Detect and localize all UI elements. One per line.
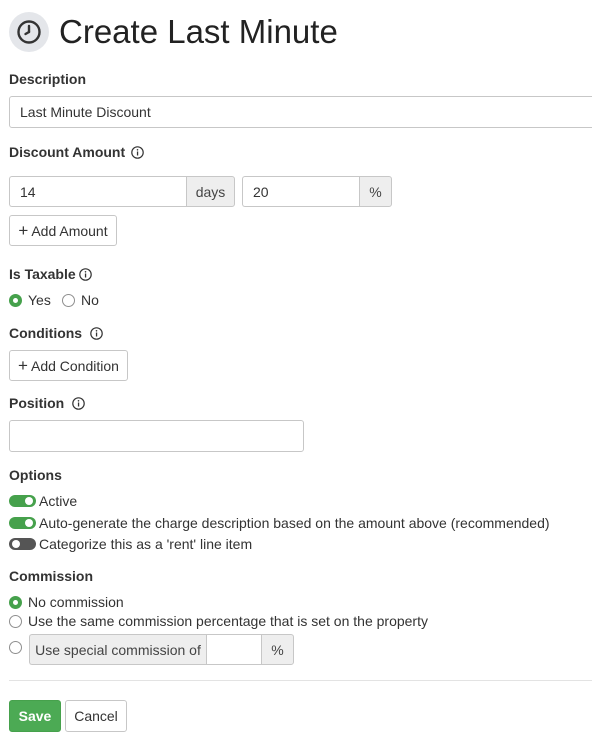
info-icon[interactable] [78,268,92,281]
percent-value: 20 [253,183,269,200]
cancel-button[interactable]: Cancel [65,700,127,732]
discount-amount-label-text: Discount Amount [9,144,126,160]
option-active: Active [9,493,77,509]
add-condition-button[interactable]: + Add Condition [9,350,128,381]
is-taxable-label-text: Is Taxable [9,266,76,282]
clock-icon [9,12,49,52]
special-commission-input[interactable] [206,634,261,665]
option-active-label: Active [39,493,78,509]
option-auto-generate-label: Auto-generate the charge description bas… [39,515,550,531]
conditions-label: Conditions [9,325,103,342]
special-commission-prefix: Use special commission of [29,634,206,665]
taxable-no-radio[interactable] [62,293,75,307]
special-commission-group: Use special commission of % [29,634,294,665]
commission-none-radio[interactable] [9,595,22,609]
position-label-text: Position [9,395,65,411]
commission-same-option[interactable]: Use the same commission percentage that … [9,613,428,629]
taxable-yes-label: Yes [28,292,51,308]
days-input[interactable]: 14 [9,176,186,207]
save-button[interactable]: Save [9,700,61,732]
commission-same-label: Use the same commission percentage that … [28,613,428,629]
percent-input[interactable]: 20 [242,176,359,207]
auto-generate-toggle[interactable] [9,517,36,529]
info-icon[interactable] [72,397,86,410]
add-amount-label: Add Amount [31,222,108,239]
commission-none-option[interactable]: No commission [9,594,124,610]
commission-special-radio[interactable] [9,641,22,654]
option-auto-generate: Auto-generate the charge description bas… [9,515,550,531]
rent-line-item-toggle[interactable] [9,538,36,550]
plus-icon: + [18,355,28,375]
percent-addon: % [359,176,392,207]
description-value: Last Minute Discount [20,104,151,120]
percent-input-group: 20 % [242,176,392,207]
option-rent-line-item: Categorize this as a 'rent' line item [9,536,252,552]
commission-label: Commission [9,568,94,584]
description-label: Description [9,71,87,87]
plus-icon: + [18,220,29,240]
page-title: Create Last Minute [59,13,338,50]
description-input[interactable]: Last Minute Discount [9,96,592,128]
active-toggle[interactable] [9,495,36,507]
taxable-no-label: No [81,292,99,308]
taxable-yes-option[interactable]: Yes [9,292,51,308]
info-icon[interactable] [131,146,144,159]
is-taxable-label: Is Taxable [9,266,92,283]
days-input-group: 14 days [9,176,235,207]
commission-special-option: Use special commission of % [9,634,294,665]
commission-none-label: No commission [28,594,124,610]
page-header: Create Last Minute [9,12,338,52]
add-amount-button[interactable]: + Add Amount [9,215,117,246]
position-input[interactable] [9,420,304,452]
days-addon: days [186,176,235,207]
divider [9,680,592,681]
add-condition-label: Add Condition [30,357,119,374]
days-value: 14 [20,183,36,200]
options-label: Options [9,467,62,483]
option-rent-line-item-label: Categorize this as a 'rent' line item [39,536,253,552]
conditions-label-text: Conditions [9,325,83,341]
special-commission-suffix: % [261,634,294,665]
info-icon[interactable] [90,327,103,340]
discount-amount-label: Discount Amount [9,144,144,161]
taxable-yes-radio[interactable] [9,293,22,307]
position-label: Position [9,395,86,412]
commission-same-radio[interactable] [9,614,22,628]
taxable-no-option[interactable]: No [62,292,99,308]
